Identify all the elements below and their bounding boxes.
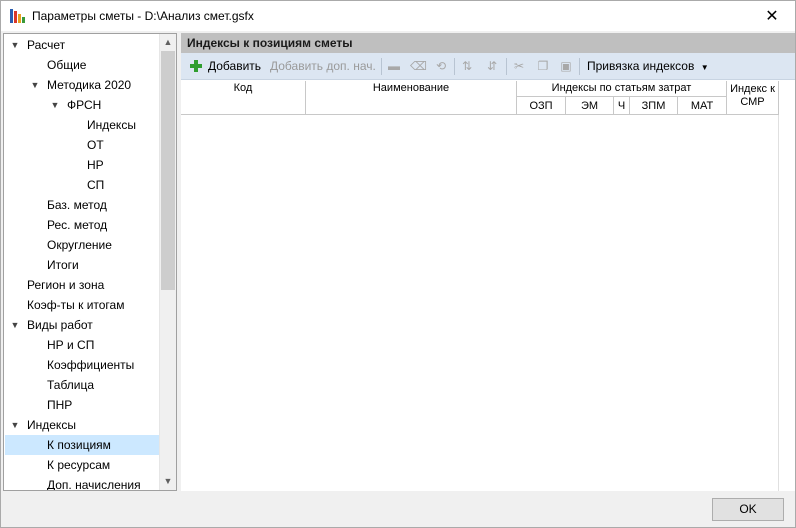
tree-item[interactable]: ПНР xyxy=(5,395,159,415)
tree-item[interactable]: ▼ Расчет xyxy=(5,35,159,55)
add-extra-button[interactable]: Добавить доп. нач. xyxy=(270,57,376,76)
tree-item-label: Баз. метод xyxy=(47,198,107,212)
table-header: Код Наименование Индексы по статьям затр… xyxy=(181,81,779,115)
tree-item-label: Расчет xyxy=(27,38,66,52)
dropdown-arrow-icon: ▼ xyxy=(700,63,709,72)
tree-item[interactable]: Рес. метод xyxy=(5,215,159,235)
column-em[interactable]: ЭМ xyxy=(566,97,614,115)
column-zpm[interactable]: ЗПМ xyxy=(630,97,678,115)
column-name[interactable]: Наименование xyxy=(306,81,517,115)
sort-alpha-icon[interactable]: ⇵ xyxy=(484,58,500,74)
tree-item-label: Методика 2020 xyxy=(47,78,132,92)
tree-item[interactable]: ОТ xyxy=(5,135,159,155)
tree-item[interactable]: ▼ Методика 2020 xyxy=(5,75,159,95)
tree-item-label: Итоги xyxy=(47,258,79,272)
tree-item-label: К позициям xyxy=(47,438,111,452)
tree-item-label: Рес. метод xyxy=(47,218,108,232)
toolbar: Добавить Добавить доп. нач. ▬ ⌫ ⟲ ⇅ ⇵ ✂ … xyxy=(181,53,795,80)
toolbar-separator xyxy=(506,58,507,75)
chevron-down-icon[interactable]: ▼ xyxy=(9,35,21,55)
column-mat[interactable]: МАТ xyxy=(678,97,727,115)
table-body[interactable] xyxy=(181,115,779,491)
add-button-label: Добавить xyxy=(208,59,262,73)
tree-item-label: Общие xyxy=(47,58,87,72)
app-icon xyxy=(10,9,25,23)
panel-title: Индексы к позициям сметы xyxy=(181,33,795,53)
tree-item-label: Округление xyxy=(47,238,112,252)
tree-item[interactable]: Общие xyxy=(5,55,159,75)
scroll-up-icon[interactable]: ▲ xyxy=(160,34,176,51)
tree-item-label: Индексы xyxy=(27,418,76,432)
tree-item[interactable]: Индексы xyxy=(5,115,159,135)
plus-icon xyxy=(190,60,202,72)
tree-item[interactable]: Коэф-ты к итогам xyxy=(5,295,159,315)
column-ch[interactable]: Ч xyxy=(614,97,630,115)
tree-item-label: СП xyxy=(87,178,105,192)
scroll-thumb[interactable] xyxy=(161,51,175,290)
toolbar-separator xyxy=(381,58,382,75)
parameters-window: Параметры сметы - D:\Анализ смет.gsfx ✕ … xyxy=(0,0,796,528)
cut-icon[interactable]: ✂ xyxy=(511,58,527,74)
tree-item-label: Индексы xyxy=(87,118,136,132)
copy-icon[interactable]: ❐ xyxy=(535,58,551,74)
column-smr-index[interactable]: Индекс к СМР xyxy=(727,81,779,115)
tree-item-label: ОТ xyxy=(87,138,104,152)
tree-item-label: Регион и зона xyxy=(27,278,105,292)
remove-icon[interactable]: ▬ xyxy=(386,58,402,74)
tree-item-label: НР xyxy=(87,158,104,172)
sort-numeric-icon[interactable]: ⇅ xyxy=(459,58,475,74)
chevron-down-icon[interactable]: ▼ xyxy=(29,75,41,95)
toolbar-separator xyxy=(579,58,580,75)
tree-item[interactable]: К позициям xyxy=(5,435,159,455)
scroll-down-icon[interactable]: ▼ xyxy=(160,473,176,490)
tree-item[interactable]: Доп. начисления xyxy=(5,475,159,491)
binding-dropdown[interactable]: Привязка индексов ▼ xyxy=(587,57,709,76)
tree-item[interactable]: Регион и зона xyxy=(5,275,159,295)
column-group-costs: Индексы по статьям затрат xyxy=(517,81,727,97)
paste-icon[interactable]: ▣ xyxy=(558,58,574,74)
add-extra-label: Добавить доп. нач. xyxy=(270,59,376,73)
tree-item-label: ПНР xyxy=(47,398,73,412)
tree-item[interactable]: Таблица xyxy=(5,375,159,395)
tree-scrollbar[interactable]: ▲ ▼ xyxy=(159,34,176,490)
tree-item[interactable]: СП xyxy=(5,175,159,195)
tree-item-label: Доп. начисления xyxy=(47,478,141,491)
dialog-footer: OK xyxy=(1,491,795,527)
tree-item[interactable]: К ресурсам xyxy=(5,455,159,475)
toolbar-separator xyxy=(454,58,455,75)
reset-icon[interactable]: ⟲ xyxy=(433,58,449,74)
chevron-down-icon[interactable]: ▼ xyxy=(9,415,21,435)
tree-item-label: Таблица xyxy=(47,378,95,392)
chevron-down-icon[interactable]: ▼ xyxy=(9,315,21,335)
tree-item[interactable]: ▼ ФРСН xyxy=(5,95,159,115)
tree-item-label: Коэффициенты xyxy=(47,358,135,372)
column-code[interactable]: Код xyxy=(181,81,306,115)
indexes-panel: Индексы к позициям сметы Добавить Добави… xyxy=(181,33,795,491)
eraser-icon[interactable]: ⌫ xyxy=(410,58,427,74)
tree-item[interactable]: Округление xyxy=(5,235,159,255)
window-title: Параметры сметы - D:\Анализ смет.gsfx xyxy=(32,9,254,23)
tree-item[interactable]: Итоги xyxy=(5,255,159,275)
chevron-down-icon[interactable]: ▼ xyxy=(49,95,61,115)
column-ozp[interactable]: ОЗП xyxy=(517,97,566,115)
settings-tree[interactable]: ▼ Расчет Общие ▼ Методика 2020 ▼ ФРСН Индексы ОТ… xyxy=(3,33,177,491)
tree-item[interactable]: Баз. метод xyxy=(5,195,159,215)
tree-item[interactable]: Коэффициенты xyxy=(5,355,159,375)
title-bar: Параметры сметы - D:\Анализ смет.gsfx ✕ xyxy=(1,1,795,31)
tree-item-label: Виды работ xyxy=(27,318,93,332)
tree-item-label: К ресурсам xyxy=(47,458,111,472)
tree-item[interactable]: НР и СП xyxy=(5,335,159,355)
tree-item-label: НР и СП xyxy=(47,338,95,352)
tree-item[interactable]: НР xyxy=(5,155,159,175)
ok-button[interactable]: OK xyxy=(712,498,784,521)
tree-item[interactable]: ▼ Виды работ xyxy=(5,315,159,335)
close-button[interactable]: ✕ xyxy=(749,1,795,31)
tree-item-label: Коэф-ты к итогам xyxy=(27,298,125,312)
tree-item-label: ФРСН xyxy=(67,98,102,112)
close-icon: ✕ xyxy=(765,8,779,25)
tree-item[interactable]: ▼ Индексы xyxy=(5,415,159,435)
binding-label: Привязка индексов xyxy=(587,59,695,73)
